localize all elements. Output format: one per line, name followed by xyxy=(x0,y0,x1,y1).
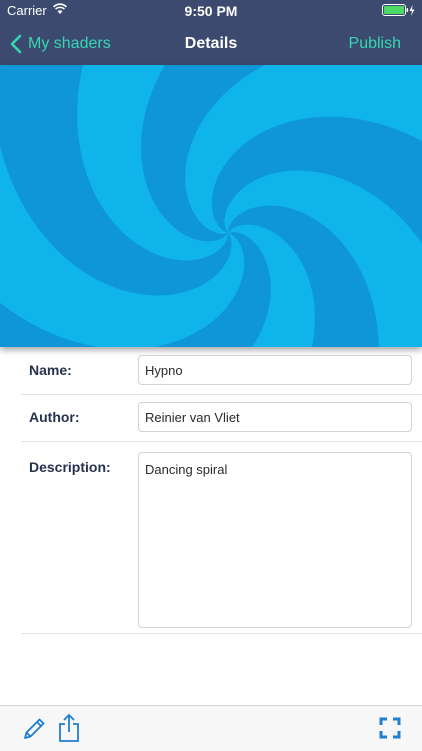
spiral-shader-image xyxy=(0,65,422,347)
status-time: 9:50 PM xyxy=(184,3,238,19)
name-row: Name: Hypno xyxy=(21,348,422,395)
description-label: Description: xyxy=(29,459,111,475)
share-icon[interactable] xyxy=(56,713,82,748)
name-label: Name: xyxy=(29,362,72,378)
fullscreen-icon[interactable] xyxy=(378,716,402,745)
author-label: Author: xyxy=(29,409,80,425)
description-row: Description: Dancing spiral xyxy=(21,442,422,634)
name-field[interactable]: Hypno xyxy=(138,355,412,385)
author-row: Author: Reinier van Vliet xyxy=(21,395,422,442)
top-bar: Carrier 9:50 PM My shaders Details Publi… xyxy=(0,0,422,65)
bottom-toolbar xyxy=(0,705,422,751)
battery-icon xyxy=(382,4,416,20)
shader-preview[interactable] xyxy=(0,65,422,347)
author-field[interactable]: Reinier van Vliet xyxy=(138,402,412,432)
description-field[interactable]: Dancing spiral xyxy=(138,452,412,628)
details-form: Name: Hypno Author: Reinier van Vliet De… xyxy=(21,348,422,634)
edit-icon[interactable] xyxy=(20,715,48,748)
status-bar: Carrier 9:50 PM xyxy=(0,0,422,22)
publish-button[interactable]: Publish xyxy=(349,35,401,53)
navigation-bar: My shaders Details Publish xyxy=(0,26,422,62)
